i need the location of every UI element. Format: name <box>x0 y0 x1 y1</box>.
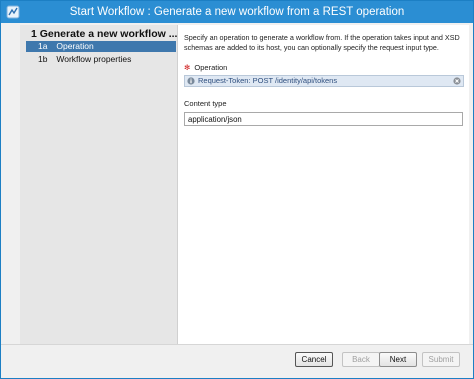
content-type-input[interactable] <box>184 112 463 126</box>
operation-label-text: Operation <box>194 63 228 72</box>
window-title: Start Workflow : Generate a new workflow… <box>69 6 405 18</box>
dialog-footer: Cancel Back Next Submit <box>1 344 473 375</box>
wizard-content-panel: Specify an operation to generate a workf… <box>178 25 469 344</box>
sidebar-item-workflow-properties[interactable]: 1b Workflow properties <box>26 54 176 65</box>
sidebar-item-operation[interactable]: 1a Operation <box>26 41 176 52</box>
sidebar-item-label: Operation <box>56 41 94 51</box>
next-button[interactable]: Next <box>379 352 417 367</box>
required-marker: ✻ <box>184 63 191 72</box>
wizard-steps-sidebar: 1 Generate a new workflow ... 1a Operati… <box>20 25 178 344</box>
workflow-app-icon <box>6 5 20 19</box>
submit-button[interactable]: Submit <box>422 352 460 367</box>
operation-value: Request-Token: POST /identity/api/tokens <box>198 76 338 85</box>
sidebar-item-number: 1a <box>38 41 48 51</box>
sidebar-item-number: 1b <box>38 54 48 64</box>
step-description: Specify an operation to generate a workf… <box>184 33 460 52</box>
info-icon <box>187 77 195 85</box>
step-title: 1 Generate a new workflow ... <box>31 28 178 40</box>
sidebar-item-label: Workflow properties <box>56 54 132 64</box>
operation-field[interactable]: Request-Token: POST /identity/api/tokens <box>184 75 464 87</box>
operation-label: ✻ Operation <box>184 63 227 72</box>
back-button[interactable]: Back <box>342 352 380 367</box>
clear-icon[interactable] <box>453 77 461 85</box>
title-bar[interactable]: Start Workflow : Generate a new workflow… <box>1 1 473 23</box>
workflow-dialog: Start Workflow : Generate a new workflow… <box>0 0 474 379</box>
content-type-label: Content type <box>184 99 227 108</box>
cancel-button[interactable]: Cancel <box>295 352 333 367</box>
